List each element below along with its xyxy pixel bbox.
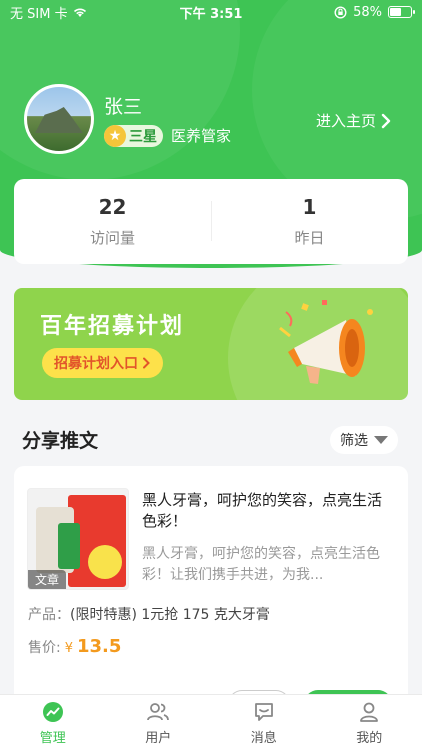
user-name: 张三 [104, 95, 143, 118]
price-value: 13.5 [77, 636, 122, 657]
level-label: 三星 [129, 128, 157, 145]
star-icon: ★ [104, 124, 126, 147]
caret-down-icon [374, 436, 388, 444]
section-title: 分享推文 [22, 430, 99, 452]
chevron-right-icon [143, 357, 150, 369]
filter-button[interactable]: 筛选 [330, 426, 398, 454]
tab-users[interactable]: 用户 [106, 695, 212, 750]
filter-label: 筛选 [340, 433, 368, 449]
carrier-label: 无 SIM 卡 [10, 6, 68, 22]
divider [211, 201, 212, 241]
chart-icon [42, 701, 63, 722]
recruit-banner[interactable]: 百年招募计划 招募计划入口 [14, 288, 408, 400]
role-label: 医养管家 [171, 127, 232, 145]
price-line: 售价: ¥ 13.5 [28, 636, 121, 657]
enter-home-link[interactable]: 进入主页 [316, 110, 392, 131]
tab-bar: 管理 用户 消息 我的 [0, 694, 422, 750]
avatar[interactable] [24, 84, 94, 154]
recruit-entry-label: 招募计划入口 [54, 356, 138, 372]
wifi-icon [73, 8, 86, 17]
tab-messages[interactable]: 消息 [211, 695, 317, 750]
stat-label: 访问量 [89, 229, 135, 247]
tab-manage[interactable]: 管理 [0, 695, 106, 750]
stat-label: 昨日 [294, 229, 325, 247]
product-value: (限时特惠) 1元抢 175 克大牙膏 [70, 607, 270, 623]
post-card[interactable]: 文章 黑人牙膏，呵护您的笑容，点亮生活色彩！ 黑人牙膏，呵护您的笑容，点亮生活色… [14, 466, 408, 706]
post-thumbnail[interactable]: 文章 [27, 488, 129, 590]
message-icon [254, 702, 273, 721]
post-type-tag: 文章 [28, 570, 67, 589]
tab-mine[interactable]: 我的 [317, 695, 422, 750]
level-badge: ★ 三星 [104, 124, 163, 147]
stat-yesterday[interactable]: 1 昨日 [211, 179, 408, 264]
person-icon [360, 702, 379, 722]
chevron-right-icon [381, 113, 391, 128]
stat-visits[interactable]: 22 访问量 [14, 179, 211, 264]
stat-value: 22 [98, 195, 127, 219]
post-title: 黑人牙膏，呵护您的笑容，点亮生活色彩！ [142, 491, 383, 530]
post-description: 黑人牙膏，呵护您的笑容，点亮生活色彩！让我们携手共进，为我... [142, 546, 380, 583]
battery-percent: 58% [353, 4, 382, 20]
enter-home-label: 进入主页 [315, 112, 376, 130]
battery-icon [388, 6, 415, 18]
tab-label: 我的 [356, 730, 383, 746]
stats-card: 22 访问量 1 昨日 [14, 179, 408, 264]
tab-label: 消息 [250, 730, 277, 746]
recruit-entry-button[interactable]: 招募计划入口 [42, 348, 163, 378]
tab-label: 管理 [39, 730, 66, 746]
currency-symbol: ¥ [64, 641, 73, 656]
clock: 下午 3:51 [179, 6, 243, 22]
banner-title: 百年招募计划 [40, 314, 185, 339]
status-bar: 无 SIM 卡 下午 3:51 58% [0, 0, 422, 24]
stat-value: 1 [302, 195, 317, 219]
profile-block: 张三 ★ 三星 医养管家 [24, 84, 231, 154]
product-line: 产品：(限时特惠) 1元抢 175 克大牙膏 [28, 604, 270, 624]
product-key: 产品： [28, 607, 70, 623]
price-key: 售价: [28, 640, 61, 656]
orientation-lock-icon [334, 5, 347, 19]
tab-label: 用户 [145, 730, 172, 746]
megaphone-icon [279, 300, 373, 384]
users-icon [147, 702, 170, 720]
